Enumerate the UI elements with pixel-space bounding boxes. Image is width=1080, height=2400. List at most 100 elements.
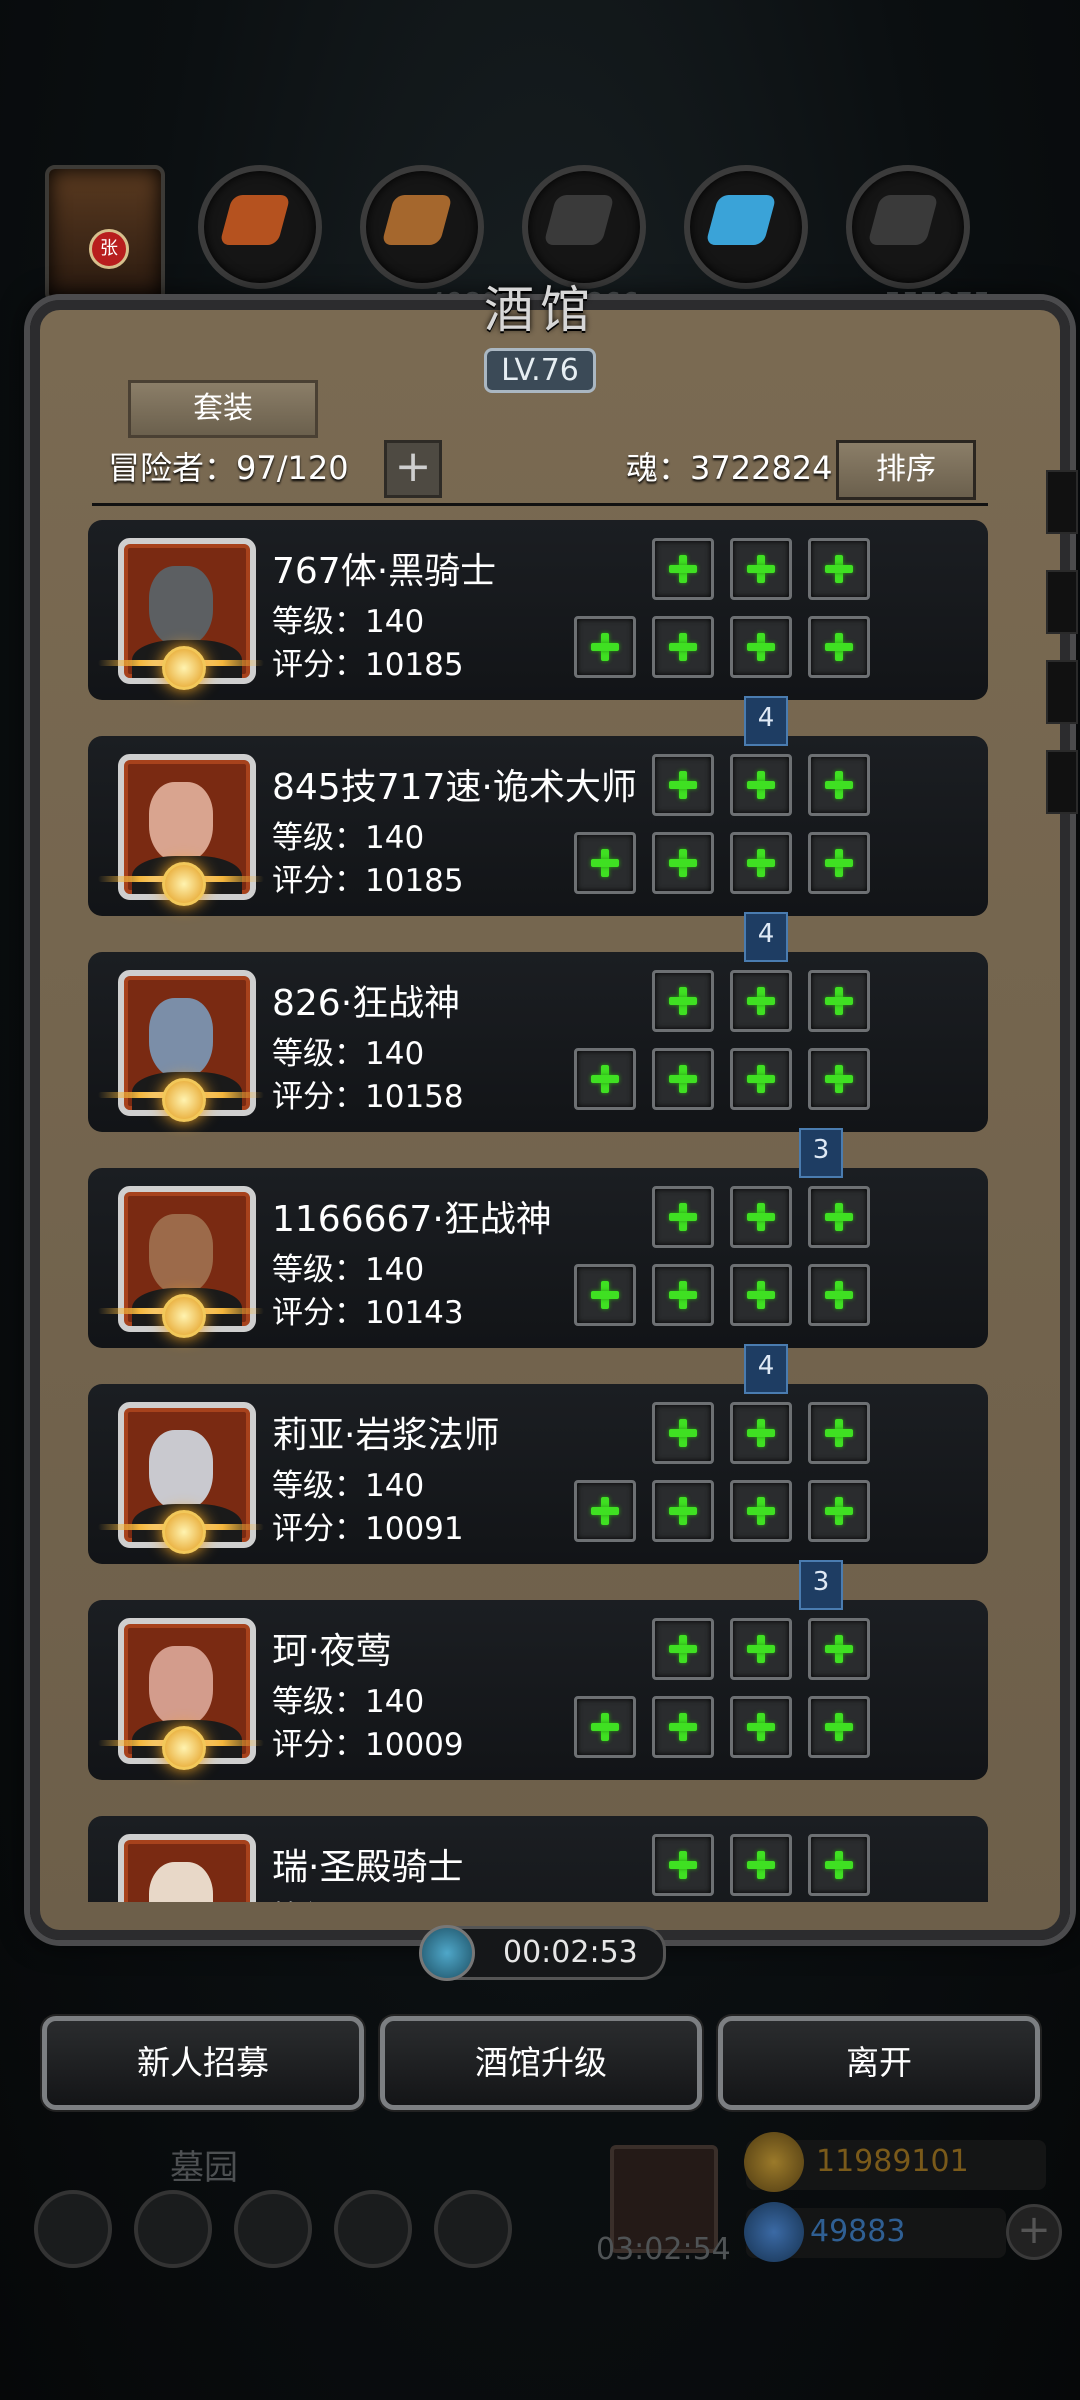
add-equip-icon — [669, 771, 697, 799]
clock-icon — [419, 1925, 475, 1981]
side-tab[interactable] — [1046, 570, 1078, 634]
hero-row[interactable]: 瑞·圣殿骑士等级：140 — [88, 1816, 988, 1902]
buy-gems-button[interactable]: + — [1006, 2204, 1062, 2260]
equip-slot-weapon-slot[interactable] — [730, 1618, 792, 1680]
hero-row[interactable]: 845技717速·诡术大师 等级：140 评分：10185 — [88, 736, 988, 916]
equip-slot-weapon-slot[interactable] — [730, 538, 792, 600]
settings-icon[interactable] — [34, 2190, 112, 2268]
equip-slot-amulet[interactable] — [808, 832, 870, 894]
equip-slot-accessory[interactable] — [652, 1696, 714, 1758]
equip-slot-ring[interactable] — [574, 1264, 636, 1326]
equip-slot-ring[interactable] — [574, 1480, 636, 1542]
add-equip-icon — [747, 555, 775, 583]
side-tab[interactable] — [1046, 660, 1078, 724]
add-equip-icon — [825, 1635, 853, 1663]
add-equip-icon — [669, 555, 697, 583]
achievement-icon[interactable] — [134, 2190, 212, 2268]
equip-slot-boots[interactable] — [730, 616, 792, 678]
add-equip-icon — [747, 1497, 775, 1525]
equip-slot-helmet[interactable] — [652, 1186, 714, 1248]
mail-icon[interactable] — [334, 2190, 412, 2268]
hero-name: 珂·夜莺 — [272, 1631, 392, 1672]
add-equip-icon — [669, 1203, 697, 1231]
equip-slot-boots[interactable] — [730, 1264, 792, 1326]
rank-emblem-icon — [162, 1726, 206, 1770]
side-tab[interactable] — [1046, 750, 1078, 814]
leave-button[interactable]: 离开 — [718, 2016, 1040, 2110]
equip-slot-weapon-slot[interactable] — [730, 1186, 792, 1248]
gold-icon — [744, 2132, 804, 2192]
guild-icon[interactable] — [234, 2190, 312, 2268]
upgrade-tavern-button[interactable]: 酒馆升级 — [380, 2016, 702, 2110]
rank-emblem-icon — [162, 1078, 206, 1122]
gem-icon — [744, 2202, 804, 2262]
hero-name: 瑞·圣殿骑士 — [272, 1847, 464, 1888]
equip-slot-helmet[interactable] — [652, 970, 714, 1032]
hero-score: 评分：10185 — [272, 863, 464, 899]
equip-slot-boots[interactable] — [730, 832, 792, 894]
equip-slot-armor[interactable] — [808, 754, 870, 816]
equip-slot-boots[interactable] — [730, 1696, 792, 1758]
equip-slot-accessory[interactable] — [652, 1048, 714, 1110]
add-equip-icon — [591, 1497, 619, 1525]
equip-slot-boots[interactable] — [730, 1480, 792, 1542]
equip-slot-amulet[interactable] — [808, 1264, 870, 1326]
gift-timer: 03:02:54 — [596, 2232, 731, 2267]
add-equip-icon — [825, 1419, 853, 1447]
equip-slot-helmet[interactable] — [652, 1618, 714, 1680]
equip-slot-armor[interactable] — [808, 1186, 870, 1248]
add-slot-button[interactable]: + — [384, 440, 442, 498]
hero-row[interactable]: 826·狂战神 等级：140 评分：10158 — [88, 952, 988, 1132]
equip-slot-amulet[interactable] — [808, 616, 870, 678]
equip-slot-weapon-slot[interactable] — [730, 970, 792, 1032]
player-avatar[interactable]: 张 — [45, 165, 165, 303]
add-equip-icon — [747, 771, 775, 799]
gem-value: 49883 — [810, 2214, 906, 2249]
hero-list[interactable]: 767体·黑骑士 等级：140 评分：10185 845技717速·诡术大师 等级：14… — [88, 520, 988, 1902]
equip-slot-armor[interactable] — [808, 970, 870, 1032]
hero-portrait[interactable] — [118, 1834, 256, 1902]
equip-slot-ring[interactable] — [574, 832, 636, 894]
equip-slot-armor[interactable] — [808, 1834, 870, 1896]
hero-row[interactable]: 1166667·狂战神 等级：140 评分：10143 — [88, 1168, 988, 1348]
resource-stone-icon — [846, 165, 970, 289]
equip-slot-weapon-slot[interactable] — [730, 1402, 792, 1464]
equip-slot-armor[interactable] — [808, 538, 870, 600]
recruit-button[interactable]: 新人招募 — [42, 2016, 364, 2110]
hero-row[interactable]: 莉亚·岩浆法师 等级：140 评分：10091 — [88, 1384, 988, 1564]
equip-slot-amulet[interactable] — [808, 1048, 870, 1110]
equip-slot-helmet[interactable] — [652, 1834, 714, 1896]
equip-slot-boots[interactable] — [730, 1048, 792, 1110]
equip-slot-helmet[interactable] — [652, 538, 714, 600]
add-equip-icon — [591, 1281, 619, 1309]
hero-row[interactable]: 767体·黑骑士 等级：140 评分：10185 — [88, 520, 988, 700]
add-equip-icon — [669, 1851, 697, 1879]
equip-slot-ring[interactable] — [574, 1696, 636, 1758]
equip-slot-ring[interactable] — [574, 616, 636, 678]
equip-slot-helmet[interactable] — [652, 754, 714, 816]
add-equip-icon — [591, 1713, 619, 1741]
add-equip-icon — [747, 1851, 775, 1879]
link-count-badge: 4 — [744, 696, 788, 746]
equip-slot-accessory[interactable] — [652, 832, 714, 894]
outfit-button[interactable]: 套装 — [128, 380, 318, 438]
equip-slot-weapon-slot[interactable] — [730, 1834, 792, 1896]
equip-slot-ring[interactable] — [574, 1048, 636, 1110]
equip-slot-amulet[interactable] — [808, 1480, 870, 1542]
equip-slot-helmet[interactable] — [652, 1402, 714, 1464]
sort-button[interactable]: 排序 — [836, 440, 976, 500]
hero-row[interactable]: 珂·夜莺 等级：140 评分：10009 — [88, 1600, 988, 1780]
equip-slot-weapon-slot[interactable] — [730, 754, 792, 816]
side-tab[interactable] — [1046, 470, 1078, 534]
equip-slot-accessory[interactable] — [652, 1264, 714, 1326]
equip-slot-accessory[interactable] — [652, 616, 714, 678]
equip-slot-accessory[interactable] — [652, 1480, 714, 1542]
tavern-level: LV.76 — [484, 348, 596, 393]
soul-count: 魂：3722824 — [626, 449, 833, 487]
resource-crystal-icon — [684, 165, 808, 289]
hero-score: 评分：10158 — [272, 1079, 464, 1115]
equip-slot-amulet[interactable] — [808, 1696, 870, 1758]
equip-slot-armor[interactable] — [808, 1402, 870, 1464]
battle-icon[interactable] — [434, 2190, 512, 2268]
equip-slot-armor[interactable] — [808, 1618, 870, 1680]
